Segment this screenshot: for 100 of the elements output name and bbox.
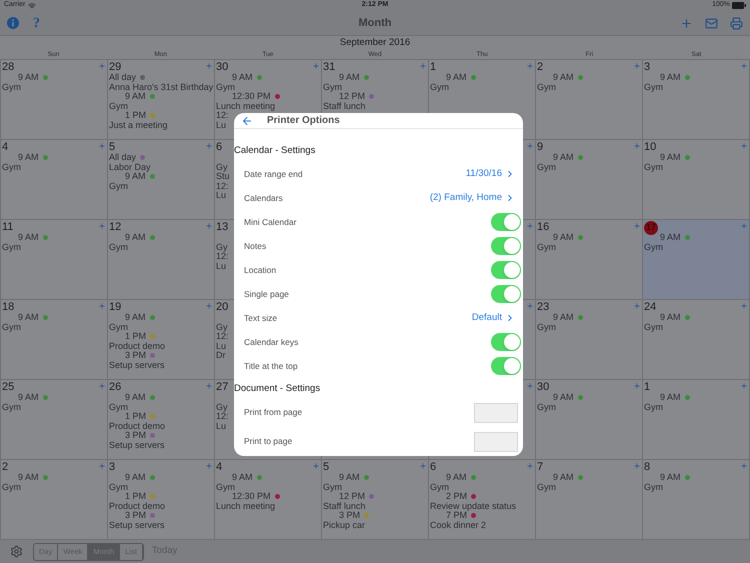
event-title: Gym <box>216 82 235 92</box>
today-date: 17 <box>644 221 658 235</box>
event-title: Gym <box>644 482 663 492</box>
toggle-switch[interactable] <box>491 261 521 279</box>
add-event-icon[interactable] <box>740 142 748 150</box>
add-event-icon[interactable] <box>633 222 641 230</box>
toggle-switch[interactable] <box>491 357 521 375</box>
add-event-icon[interactable] <box>98 222 106 230</box>
event-title: Staff lunch <box>323 502 366 511</box>
day-number: 2 <box>2 461 8 474</box>
day-number: 2 <box>537 61 544 74</box>
dialog-title: Printer Options <box>267 114 340 128</box>
event-title: Staff lunch <box>323 102 366 111</box>
event-text: Lu <box>216 342 226 351</box>
event-time: 9 AM <box>18 233 39 242</box>
day-number: 25 <box>2 381 14 394</box>
add-event-icon[interactable] <box>526 62 534 70</box>
event-title: Gym <box>537 242 556 252</box>
add-event-icon[interactable] <box>633 62 641 70</box>
add-event-icon[interactable] <box>419 62 427 70</box>
day-number: 8 <box>644 461 650 474</box>
add-event-icon[interactable] <box>98 302 106 310</box>
add-event-icon[interactable] <box>526 142 534 150</box>
event-title: Gym <box>537 322 556 332</box>
add-event-icon[interactable] <box>740 222 748 230</box>
option-label: Date range end <box>244 168 303 180</box>
add-event-icon[interactable] <box>633 302 641 310</box>
add-event-icon[interactable] <box>526 222 534 230</box>
info-icon[interactable] <box>7 17 19 29</box>
add-event-icon[interactable] <box>312 62 320 70</box>
event-time: 3 PM <box>339 511 360 520</box>
event-title: Product demo <box>109 342 166 351</box>
toggle-switch[interactable] <box>491 285 521 303</box>
event-text: Gy <box>216 162 228 172</box>
event-title: Gym <box>644 82 663 92</box>
add-event-icon[interactable] <box>98 382 106 390</box>
event-text: Stu <box>216 172 230 182</box>
add-event-icon[interactable] <box>526 302 534 310</box>
event-time: 9 AM <box>446 73 467 82</box>
add-event-icon[interactable] <box>312 462 320 470</box>
printer-icon[interactable] <box>730 16 743 30</box>
toggle-switch[interactable] <box>491 333 521 351</box>
event-time: 9 AM <box>125 92 146 102</box>
event-time: 1 PM <box>125 412 146 422</box>
add-event-icon[interactable] <box>740 382 748 390</box>
help-button[interactable]: ? <box>33 12 40 34</box>
add-event-icon[interactable] <box>740 62 748 70</box>
add-event-icon[interactable] <box>205 62 213 70</box>
add-event-icon[interactable] <box>205 142 213 150</box>
back-arrow-icon[interactable] <box>241 114 253 126</box>
option-value-link[interactable]: 11/30/16 <box>466 166 515 182</box>
event-title: Gym <box>644 402 663 412</box>
event-text: 12: <box>216 412 229 422</box>
add-event-icon[interactable] <box>740 302 748 310</box>
add-event-icon[interactable] <box>633 382 641 390</box>
day-number: 10 <box>644 141 656 154</box>
event-time: 9 AM <box>660 473 681 482</box>
add-event-icon[interactable] <box>526 462 534 470</box>
add-event-icon[interactable] <box>205 462 213 470</box>
option-value-link[interactable]: Default <box>472 310 515 326</box>
option-value-link[interactable]: (2) Family, Home <box>430 190 515 206</box>
mail-icon[interactable] <box>705 16 718 30</box>
event-title: Setup servers <box>109 520 165 530</box>
event-title: Just a meeting <box>109 120 168 130</box>
add-event-icon[interactable] <box>633 462 641 470</box>
day-number: 1 <box>430 61 436 74</box>
event-title: Gym <box>2 162 21 172</box>
day-number: 20 <box>216 301 228 314</box>
event-time: 9 AM <box>18 473 39 482</box>
event-title: Review update status <box>430 502 516 511</box>
add-event-icon[interactable] <box>633 142 641 150</box>
event-title: Gym <box>430 482 449 492</box>
toggle-switch[interactable] <box>491 213 521 231</box>
add-event-icon[interactable] <box>98 62 106 70</box>
event-text: 12: <box>216 252 229 262</box>
add-event-icon[interactable] <box>205 222 213 230</box>
page-number-field[interactable] <box>474 402 518 422</box>
settings-icon[interactable] <box>10 545 23 558</box>
event-title: Gym <box>644 162 663 172</box>
event-title: Product demo <box>109 422 166 431</box>
event-title: Gym <box>109 322 128 332</box>
section-heading: Calendar - Settings <box>234 144 316 158</box>
add-event-icon[interactable] <box>205 382 213 390</box>
day-number: 28 <box>2 61 14 74</box>
add-event-icon[interactable] <box>526 382 534 390</box>
page-number-field[interactable] <box>474 432 518 452</box>
add-icon[interactable] <box>680 16 693 30</box>
event-text: Lu <box>216 120 226 130</box>
toggle-switch[interactable] <box>491 237 521 255</box>
event-time: 9 AM <box>125 473 146 482</box>
event-time: 9 AM <box>660 393 681 402</box>
add-event-icon[interactable] <box>205 302 213 310</box>
add-event-icon[interactable] <box>98 142 106 150</box>
add-event-icon[interactable] <box>98 462 106 470</box>
view-title: Month <box>358 16 392 31</box>
add-event-icon[interactable] <box>740 462 748 470</box>
event-time: 1 PM <box>125 111 146 120</box>
add-event-icon[interactable] <box>419 462 427 470</box>
day-number: 1 <box>644 381 650 394</box>
event-time: 1 PM <box>125 492 146 502</box>
